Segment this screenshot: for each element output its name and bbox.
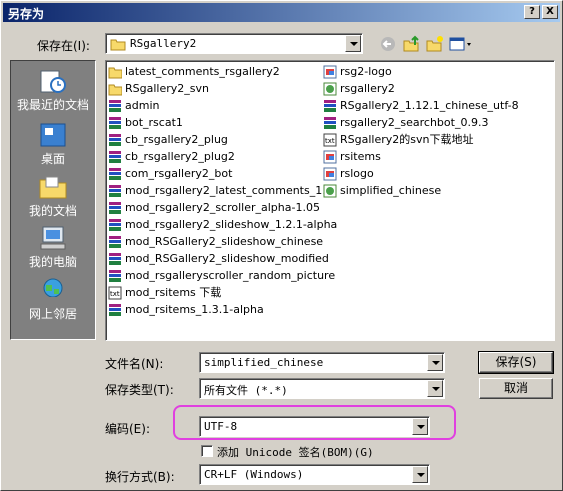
archive-icon <box>324 100 336 112</box>
filename-value: simplified_chinese <box>204 356 324 369</box>
archive-icon <box>109 185 121 197</box>
network-places-icon <box>43 278 63 301</box>
file-name: RSgallery2_svn <box>125 82 209 95</box>
save-in-combo[interactable]: RSgallery2 <box>105 33 363 54</box>
bom-label: 添加 Unicode 签名(BOM)(G) <box>217 446 374 459</box>
file-name: simplified_chinese <box>340 184 442 197</box>
archive-icon <box>109 304 121 316</box>
archive-icon <box>109 100 121 112</box>
file-name: mod_rsgallery2_latest_comments_1.0 <box>125 184 333 197</box>
image-file-icon <box>323 167 337 181</box>
file-name: RSgallery2的svn下载地址 <box>340 133 474 146</box>
file-name: rsitems <box>340 150 381 163</box>
chevron-down-icon[interactable] <box>412 418 428 435</box>
window-title: 另存为 <box>8 7 45 21</box>
place-network[interactable]: 网上邻居 <box>11 273 95 323</box>
place-label: 我的电脑 <box>28 255 77 269</box>
image-file-icon <box>323 65 337 79</box>
file-name: mod_rsgallery2_scroller_alpha-1.05 <box>125 201 320 214</box>
help-button[interactable]: ? <box>524 5 540 19</box>
svg-text:txt: txt <box>110 290 120 298</box>
place-my-computer[interactable]: 我的电脑 <box>11 221 95 271</box>
chevron-down-icon[interactable] <box>427 354 443 371</box>
php-file-icon <box>323 184 337 198</box>
filetype-value: 所有文件 (*.*) <box>204 384 288 397</box>
chevron-down-icon[interactable] <box>427 380 443 397</box>
file-list[interactable]: latest_comments_rsgallery2 RSgallery2_svn… <box>105 60 555 341</box>
filename-input[interactable]: simplified_chinese <box>199 352 445 373</box>
place-label: 我的文档 <box>28 204 77 218</box>
place-label: 桌面 <box>40 152 65 166</box>
places-bar: 我最近的文档 桌面 我的文档 我的电脑 网上邻居 <box>10 60 96 340</box>
archive-icon <box>109 202 121 214</box>
recent-documents-icon <box>40 70 66 93</box>
archive-icon <box>109 117 121 129</box>
place-label: 我最近的文档 <box>16 98 89 112</box>
title-bar[interactable]: 另存为 ? X <box>3 3 560 22</box>
svg-text:txt: txt <box>325 137 335 145</box>
file-name: admin <box>125 99 160 112</box>
text-file-icon: txt <box>108 286 122 300</box>
archive-icon <box>109 270 121 282</box>
filename-label: 文件名(N): <box>105 357 164 371</box>
place-desktop[interactable]: 桌面 <box>11 118 95 168</box>
file-name: rsg2-logo <box>340 65 392 78</box>
filetype-select[interactable]: 所有文件 (*.*) <box>199 378 445 399</box>
place-label: 网上邻居 <box>28 307 77 321</box>
line-ending-label: 换行方式(B): <box>105 470 175 484</box>
desktop-icon <box>40 123 66 147</box>
file-name: rslogo <box>340 167 374 180</box>
chevron-down-icon[interactable] <box>345 35 361 52</box>
archive-icon <box>109 151 121 163</box>
up-folder-icon[interactable] <box>402 35 422 53</box>
archive-icon <box>109 134 121 146</box>
archive-icon <box>109 253 121 265</box>
file-name: RSgallery2_1.12.1_chinese_utf-8 <box>340 99 519 112</box>
file-name: mod_RSGallery2_slideshow_modified <box>125 252 329 265</box>
folder-icon <box>110 39 126 51</box>
file-name: latest_comments_rsgallery2 <box>125 65 280 78</box>
text-file-icon: txt <box>323 133 337 147</box>
line-ending-value: CR+LF (Windows) <box>204 468 304 481</box>
close-button[interactable]: X <box>542 5 558 19</box>
file-name: mod_rsgalleryscroller_random_picture <box>125 269 336 282</box>
new-folder-icon[interactable] <box>425 35 445 53</box>
encoding-select[interactable]: UTF-8 <box>199 416 430 437</box>
chevron-down-icon[interactable] <box>412 466 428 483</box>
save-as-dialog: 另存为 ? X 保存在(I): RSgallery2 我最近的文档 桌面 我的文… <box>0 0 563 491</box>
file-name: bot_rscat1 <box>125 116 183 129</box>
encoding-value: UTF-8 <box>204 420 238 433</box>
file-name: rsgallery2_searchbot_0.9.3 <box>340 116 489 129</box>
archive-icon <box>324 117 336 129</box>
save-in-label: 保存在(I): <box>37 39 90 53</box>
php-file-icon <box>323 82 337 96</box>
file-name: rsgallery2 <box>340 82 395 95</box>
file-name: com_rsgallery2_bot <box>125 167 233 180</box>
encoding-label: 编码(E): <box>105 422 150 436</box>
file-name: cb_rsgallery2_plug2 <box>125 150 235 163</box>
folder-icon <box>108 84 122 96</box>
save-in-value: RSgallery2 <box>130 37 197 50</box>
my-computer-icon <box>40 226 66 250</box>
cancel-button[interactable]: 取消 <box>479 378 553 399</box>
file-name: mod_rsitems 下载 <box>125 286 222 299</box>
file-name: mod_rsgallery2_slideshow_1.2.1-alpha <box>125 218 338 231</box>
view-menu-icon[interactable] <box>449 35 473 53</box>
file-name: mod_rsitems_1.3.1-alpha <box>125 303 264 316</box>
place-my-documents[interactable]: 我的文档 <box>11 170 95 220</box>
file-name: mod_RSGallery2_slideshow_chinese <box>125 235 324 248</box>
file-name: cb_rsgallery2_plug <box>125 133 228 146</box>
line-ending-select[interactable]: CR+LF (Windows) <box>199 464 430 485</box>
place-recent[interactable]: 我最近的文档 <box>11 64 95 114</box>
save-button[interactable]: 保存(S) <box>478 351 554 374</box>
back-icon[interactable] <box>379 35 399 53</box>
my-documents-icon <box>39 176 67 199</box>
image-file-icon <box>323 150 337 164</box>
bom-checkbox[interactable] <box>201 445 213 457</box>
archive-icon <box>109 219 121 231</box>
archive-icon <box>109 168 121 180</box>
archive-icon <box>109 236 121 248</box>
filetype-label: 保存类型(T): <box>105 383 174 397</box>
folder-icon <box>108 67 122 79</box>
